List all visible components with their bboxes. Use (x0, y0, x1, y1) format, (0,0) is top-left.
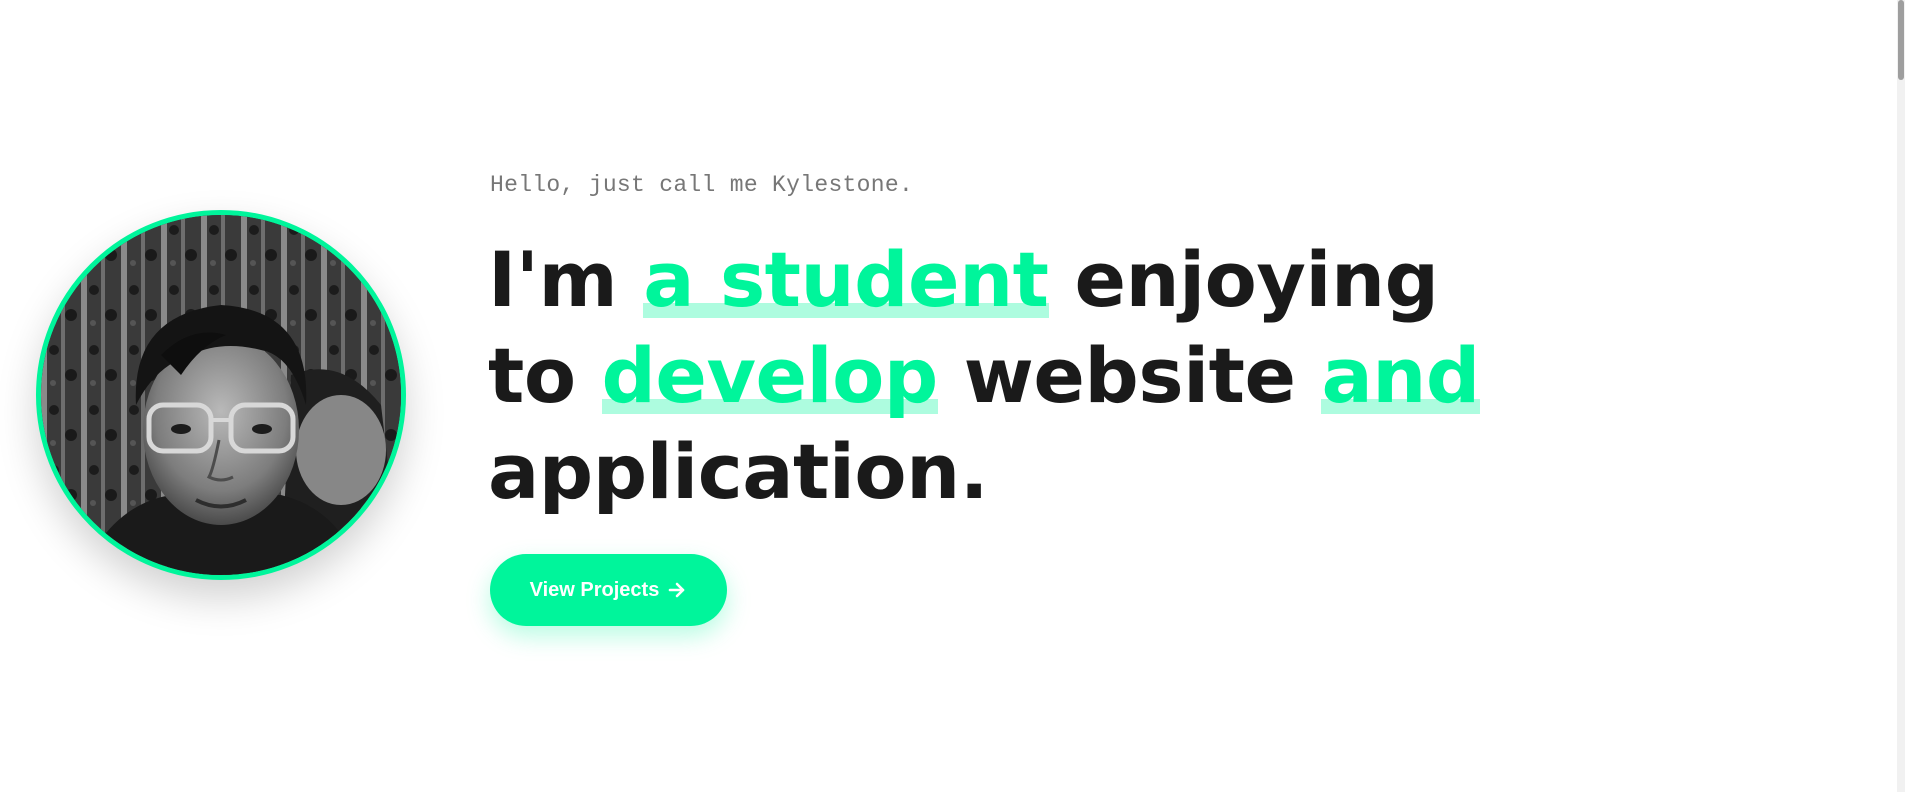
headline-part-3: website (937, 331, 1322, 420)
profile-photo (41, 215, 401, 575)
headline-highlight-and: and (1321, 331, 1480, 420)
arrow-right-icon (669, 582, 685, 598)
headline-highlight-student: a student (643, 235, 1049, 324)
scrollbar[interactable] (1897, 0, 1905, 792)
page: Hello, just call me Kylestone. I'm a stu… (0, 0, 1905, 792)
headline-highlight-develop: develop (601, 331, 938, 420)
greeting-text: Hello, just call me Kylestone. (490, 172, 914, 198)
view-projects-button[interactable]: View Projects (490, 554, 727, 626)
headline-part-1: I'm (488, 235, 644, 324)
avatar (36, 210, 406, 580)
hero-headline: I'm a student enjoying to develop websit… (488, 232, 1488, 520)
view-projects-label: View Projects (529, 578, 660, 601)
headline-part-4: application. (488, 427, 989, 516)
scrollbar-thumb[interactable] (1898, 0, 1904, 80)
